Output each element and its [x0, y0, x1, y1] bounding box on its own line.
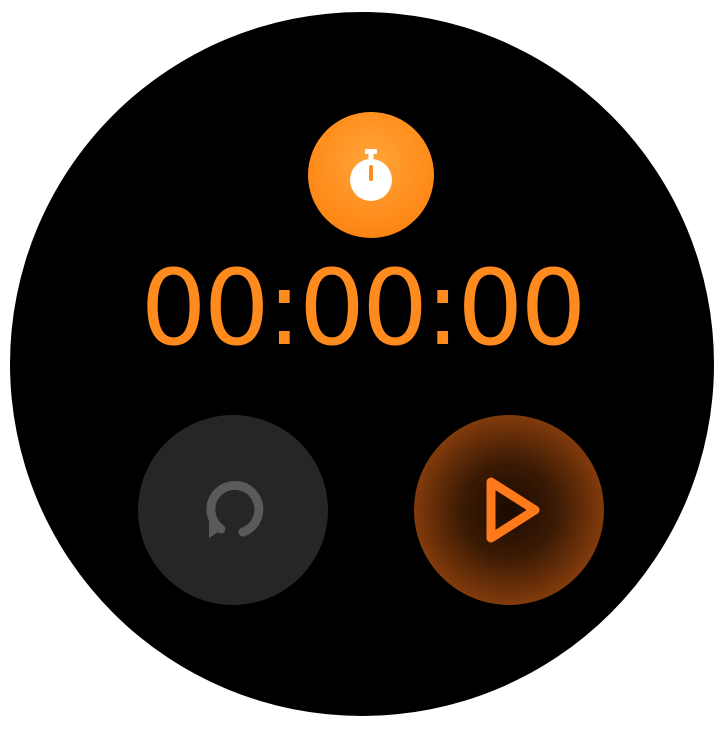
play-icon	[486, 477, 540, 543]
stopwatch-icon	[350, 149, 392, 201]
reset-icon	[206, 480, 264, 538]
stopwatch-time-display: 00:00:00	[140, 247, 586, 369]
start-button[interactable]	[414, 415, 604, 605]
reset-button[interactable]	[138, 415, 328, 605]
watch-face: 00:00:00	[10, 12, 714, 716]
stopwatch-app-badge	[308, 112, 434, 238]
